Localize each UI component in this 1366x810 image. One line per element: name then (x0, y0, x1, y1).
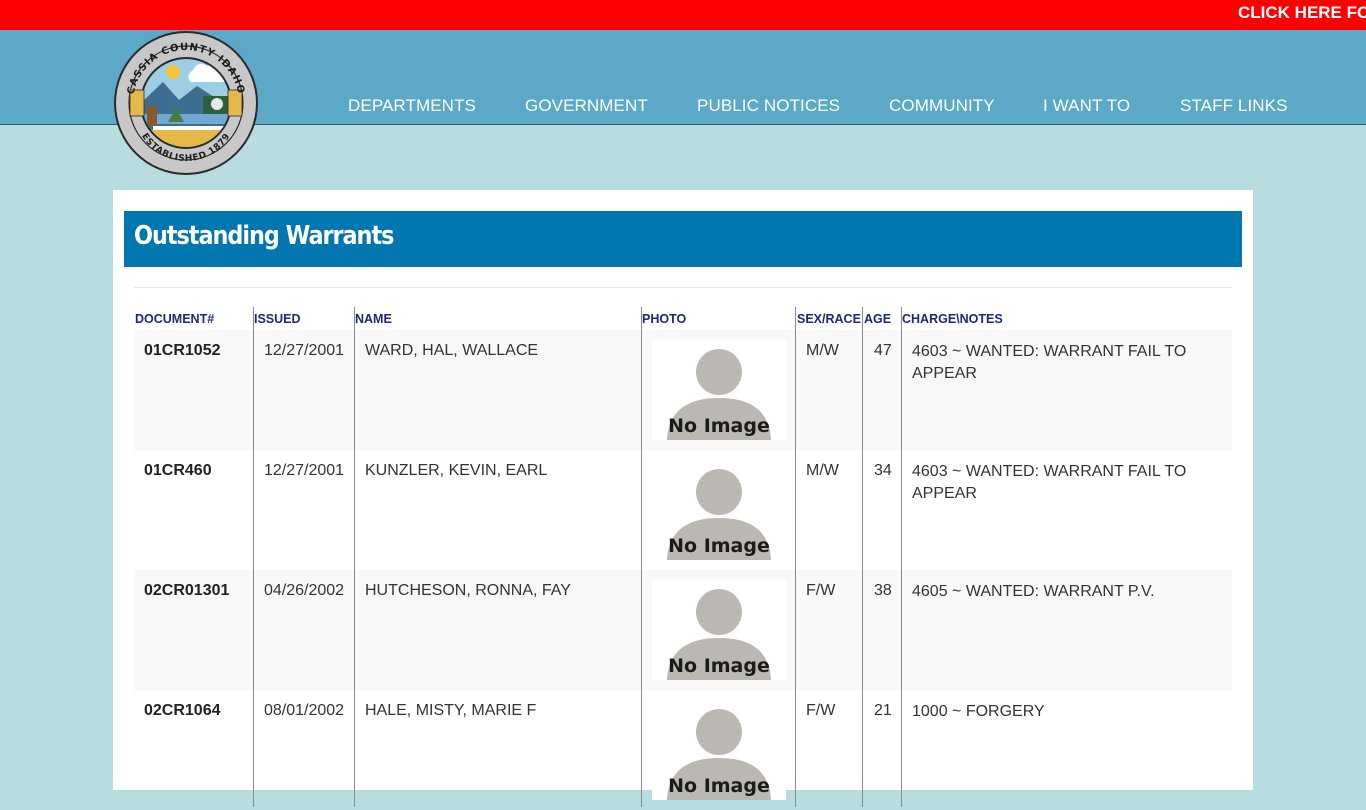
content-panel: Outstanding Warrants DOCUMENT# ISSUED NA… (113, 190, 1253, 807)
col-age[interactable]: AGE (864, 312, 891, 326)
issued-date: 12/27/2001 (264, 342, 345, 359)
column-divider (795, 307, 796, 807)
document-number[interactable]: 02CR01301 (144, 582, 229, 600)
alert-banner[interactable]: CLICK HERE FC (0, 0, 1366, 30)
page-title: Outstanding Warrants (134, 221, 394, 251)
no-image-photo: No Image (652, 340, 786, 440)
nav-community[interactable]: COMMUNITY (889, 96, 995, 116)
nav-i-want-to[interactable]: I WANT TO (1043, 96, 1130, 116)
nav-departments[interactable]: DEPARTMENTS (348, 96, 476, 116)
no-image-label: No Image (668, 655, 770, 677)
age: 38 (874, 582, 892, 599)
charge-notes: 4603 ~ WANTED: WARRANT FAIL TO APPEAR (912, 343, 1187, 382)
no-image-label: No Image (668, 775, 770, 797)
col-sex-race[interactable]: SEX/RACE (797, 312, 861, 326)
no-image-photo: No Image (652, 460, 786, 560)
col-name[interactable]: NAME (355, 312, 392, 326)
issued-date: 04/26/2002 (264, 582, 345, 599)
no-image-label: No Image (668, 535, 770, 557)
col-photo[interactable]: PHOTO (642, 312, 686, 326)
person-name: KUNZLER, KEVIN, EARL (365, 462, 548, 479)
alert-link[interactable]: CLICK HERE FC (1238, 3, 1366, 23)
table-row: 01CR460 12/27/2001 KUNZLER, KEVIN, EARL … (134, 450, 1232, 570)
column-divider (901, 307, 902, 807)
charge-notes: 1000 ~ FORGERY (912, 703, 1045, 720)
issued-date: 12/27/2001 (264, 462, 345, 479)
person-name: HALE, MISTY, MARIE F (365, 702, 537, 719)
col-document[interactable]: DOCUMENT# (135, 312, 214, 326)
sex-race: M/W (806, 342, 839, 359)
title-bar: Outstanding Warrants (124, 211, 1242, 267)
no-image-photo: No Image (652, 700, 786, 800)
no-image-photo: No Image (652, 580, 786, 680)
charge-notes: 4605 ~ WANTED: WARRANT P.V. (912, 583, 1155, 600)
col-charge-notes[interactable]: CHARGE\NOTES (902, 312, 1003, 326)
table-row: 02CR01301 04/26/2002 HUTCHESON, RONNA, F… (134, 570, 1232, 690)
nav-staff-links[interactable]: STAFF LINKS (1180, 96, 1288, 116)
person-name: WARD, HAL, WALLACE (365, 342, 539, 359)
nav-government[interactable]: GOVERNMENT (525, 96, 648, 116)
issued-date: 08/01/2002 (264, 702, 345, 719)
no-image-label: No Image (668, 415, 770, 437)
column-divider (354, 307, 355, 807)
divider (134, 287, 1232, 288)
person-name: HUTCHESON, RONNA, FAY (365, 582, 571, 599)
column-divider (641, 307, 642, 807)
column-divider (253, 307, 254, 807)
document-number[interactable]: 01CR1052 (144, 342, 221, 360)
age: 47 (874, 342, 892, 359)
charge-notes: 4603 ~ WANTED: WARRANT FAIL TO APPEAR (912, 463, 1187, 502)
age: 21 (874, 702, 892, 719)
table-row: 01CR1052 12/27/2001 WARD, HAL, WALLACE N… (134, 330, 1232, 450)
document-number[interactable]: 02CR1064 (144, 702, 221, 720)
nav-public-notices[interactable]: PUBLIC NOTICES (697, 96, 840, 116)
column-divider (862, 307, 863, 807)
age: 34 (874, 462, 892, 479)
col-issued[interactable]: ISSUED (254, 312, 301, 326)
sex-race: F/W (806, 702, 836, 719)
county-seal-logo[interactable]: CASSIA COUNTY IDAHO ESTABLISHED 1879 (113, 30, 259, 176)
table-row: 02CR1064 08/01/2002 HALE, MISTY, MARIE F… (134, 690, 1232, 810)
sex-race: F/W (806, 582, 836, 599)
document-number[interactable]: 01CR460 (144, 462, 212, 480)
sex-race: M/W (806, 462, 839, 479)
